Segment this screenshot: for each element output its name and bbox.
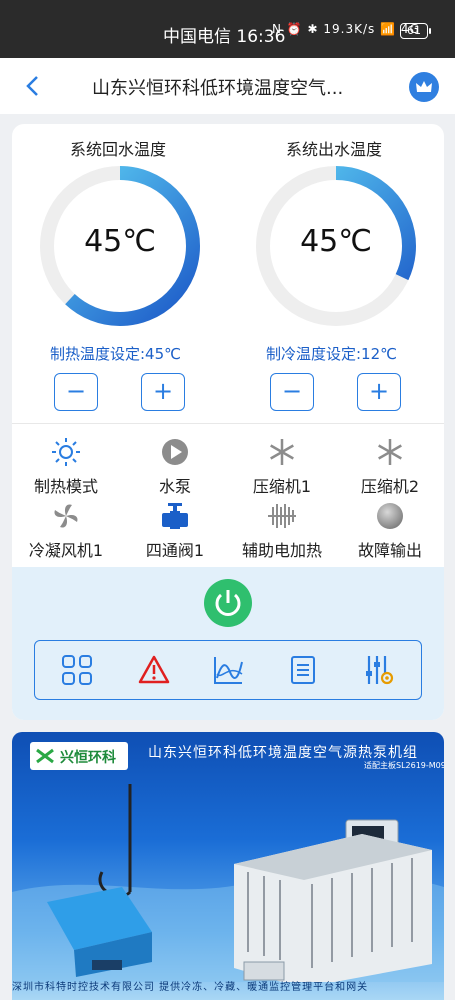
warning-icon[interactable] bbox=[138, 654, 170, 686]
status-label: 四通阀1 bbox=[145, 541, 205, 560]
nav-bar: 山东兴恒环科低环境温度空气... bbox=[0, 58, 455, 114]
heating-plus-button[interactable]: + bbox=[141, 373, 185, 411]
gauge-value-return: 45℃ bbox=[84, 224, 156, 259]
banner-subtitle: 适配主板SL2619-M09 bbox=[364, 761, 444, 770]
heating-setpoint-label[interactable]: 制热温度设定:45℃ bbox=[50, 343, 181, 364]
control-panel bbox=[12, 567, 444, 720]
sun-icon bbox=[52, 438, 80, 466]
status-pump: 水泵 bbox=[125, 437, 225, 497]
fault-dot-icon bbox=[377, 503, 403, 529]
status-time: 中国电信 16:36 bbox=[163, 27, 286, 47]
status-bar: 中国电信 16:36 N ⏰ ✱ 19.3K/s 📶 4G 61 bbox=[0, 0, 455, 58]
status-label: 故障输出 bbox=[357, 541, 422, 560]
gauge-title-supply: 系统出水温度 bbox=[286, 140, 383, 159]
product-illustration bbox=[12, 784, 444, 982]
gauge-value-supply: 45℃ bbox=[300, 224, 372, 259]
power-button[interactable] bbox=[204, 579, 252, 627]
grid-icon[interactable] bbox=[61, 654, 93, 686]
status-aux-heater: 辅助电加热 bbox=[232, 501, 332, 561]
status-four-way-valve-1: 四通阀1 bbox=[125, 501, 225, 561]
battery-icon: 61 bbox=[400, 23, 431, 39]
cooling-setpoint-label[interactable]: 制冷温度设定:12℃ bbox=[266, 343, 397, 364]
status-label: 压缩机1 bbox=[252, 477, 312, 496]
list-icon[interactable] bbox=[287, 654, 319, 686]
status-label: 冷凝风机1 bbox=[28, 541, 104, 560]
status-compressor-2: 压缩机2 bbox=[340, 437, 440, 497]
back-arrow-icon[interactable] bbox=[22, 74, 46, 98]
fan-icon bbox=[54, 504, 78, 528]
cooling-plus-button[interactable]: + bbox=[357, 373, 401, 411]
crown-icon[interactable] bbox=[409, 72, 439, 102]
power-icon bbox=[215, 590, 241, 616]
settings-icon[interactable] bbox=[363, 654, 395, 686]
gauge-title-return: 系统回水温度 bbox=[70, 140, 167, 159]
status-label: 制热模式 bbox=[33, 477, 98, 496]
divider bbox=[12, 423, 444, 424]
company-logo: 兴恒环科 bbox=[30, 742, 128, 770]
status-heating-mode: 制热模式 bbox=[16, 437, 116, 497]
logo-text: 兴恒环科 bbox=[60, 750, 116, 766]
snowflake-icon bbox=[270, 439, 294, 465]
status-label: 水泵 bbox=[158, 477, 191, 496]
heater-icon bbox=[268, 504, 296, 528]
snowflake-icon bbox=[378, 439, 402, 465]
banner-title: 山东兴恒环科低环境温度空气源热泵机组 bbox=[148, 745, 418, 761]
valve-icon bbox=[162, 503, 188, 529]
page-title: 山东兴恒环科低环境温度空气... bbox=[92, 78, 344, 99]
promo-banner[interactable]: 兴恒环科 山东兴恒环科低环境温度空气源热泵机组 适配主板SL2619-M09 深… bbox=[12, 732, 444, 1000]
logo-mark-icon bbox=[36, 748, 54, 764]
status-label: 辅助电加热 bbox=[241, 541, 322, 560]
status-fault-output: 故障输出 bbox=[340, 501, 440, 561]
cooling-minus-button[interactable]: − bbox=[270, 373, 314, 411]
pump-icon bbox=[162, 439, 188, 465]
status-compressor-1: 压缩机1 bbox=[232, 437, 332, 497]
status-icons: N ⏰ ✱ 19.3K/s 📶 4G bbox=[272, 22, 420, 36]
chart-icon[interactable] bbox=[212, 654, 244, 686]
status-condenser-fan-1: 冷凝风机1 bbox=[16, 501, 116, 561]
banner-footer: 深圳市科特时控技术有限公司 提供冷冻、冷藏、暖通监控管理平台和网关 bbox=[12, 982, 369, 993]
status-label: 压缩机2 bbox=[360, 477, 420, 496]
toolbar bbox=[34, 640, 422, 700]
heating-minus-button[interactable]: − bbox=[54, 373, 98, 411]
